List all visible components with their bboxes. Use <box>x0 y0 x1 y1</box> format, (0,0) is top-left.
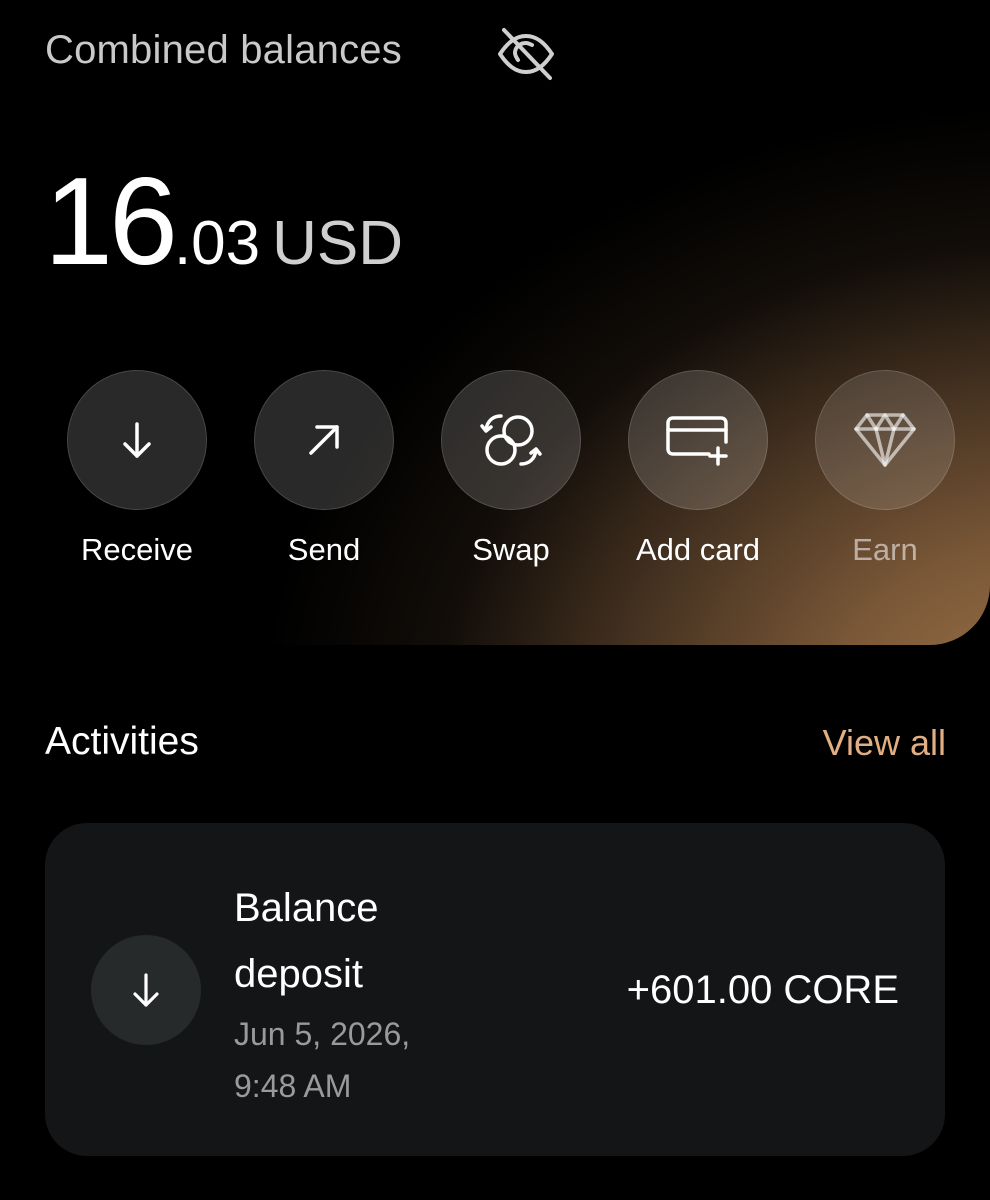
earn-button[interactable]: Earn <box>800 370 970 590</box>
arrow-down-icon <box>91 935 201 1045</box>
balance-title: Combined balances <box>45 28 402 72</box>
diamond-icon <box>852 411 918 469</box>
swap-button[interactable]: Swap <box>426 370 596 590</box>
swap-circle[interactable] <box>441 370 581 510</box>
balance-currency: USD <box>272 209 404 278</box>
receive-circle[interactable] <box>67 370 207 510</box>
activity-card[interactable]: Balance deposit Jun 5, 2026, 9:48 AM +60… <box>45 823 945 1156</box>
add-card-label: Add card <box>635 532 761 567</box>
receive-button[interactable]: Receive <box>52 370 222 590</box>
send-circle[interactable] <box>254 370 394 510</box>
add-card-button[interactable]: Add card <box>613 370 783 590</box>
balance-amount: 16.03 USD <box>44 160 403 284</box>
add-card-circle[interactable] <box>628 370 768 510</box>
swap-label: Swap <box>472 532 550 567</box>
balance-amount-decimal: .03 <box>173 209 261 278</box>
balance-amount-integer: 16 <box>44 153 178 291</box>
swap-icon <box>479 408 543 472</box>
send-button[interactable]: Send <box>239 370 409 590</box>
earn-circle[interactable] <box>815 370 955 510</box>
send-label: Send <box>287 532 361 567</box>
earn-label: Earn <box>852 532 918 567</box>
eye-off-icon[interactable] <box>494 24 558 82</box>
activity-amount: +601.00 CORE <box>626 968 899 1012</box>
activity-date: Jun 5, 2026, 9:48 AM <box>234 1016 411 1104</box>
view-all-link[interactable]: View all <box>823 722 946 764</box>
activity-title: Balance deposit <box>234 886 379 996</box>
balance-hero: Combined balances 16.03 USD Receive Send… <box>0 0 990 645</box>
receive-label: Receive <box>81 532 193 567</box>
add-card-icon <box>663 414 733 466</box>
arrow-up-right-icon <box>304 420 344 460</box>
activities-title: Activities <box>45 720 199 763</box>
arrow-down-icon <box>115 418 159 462</box>
